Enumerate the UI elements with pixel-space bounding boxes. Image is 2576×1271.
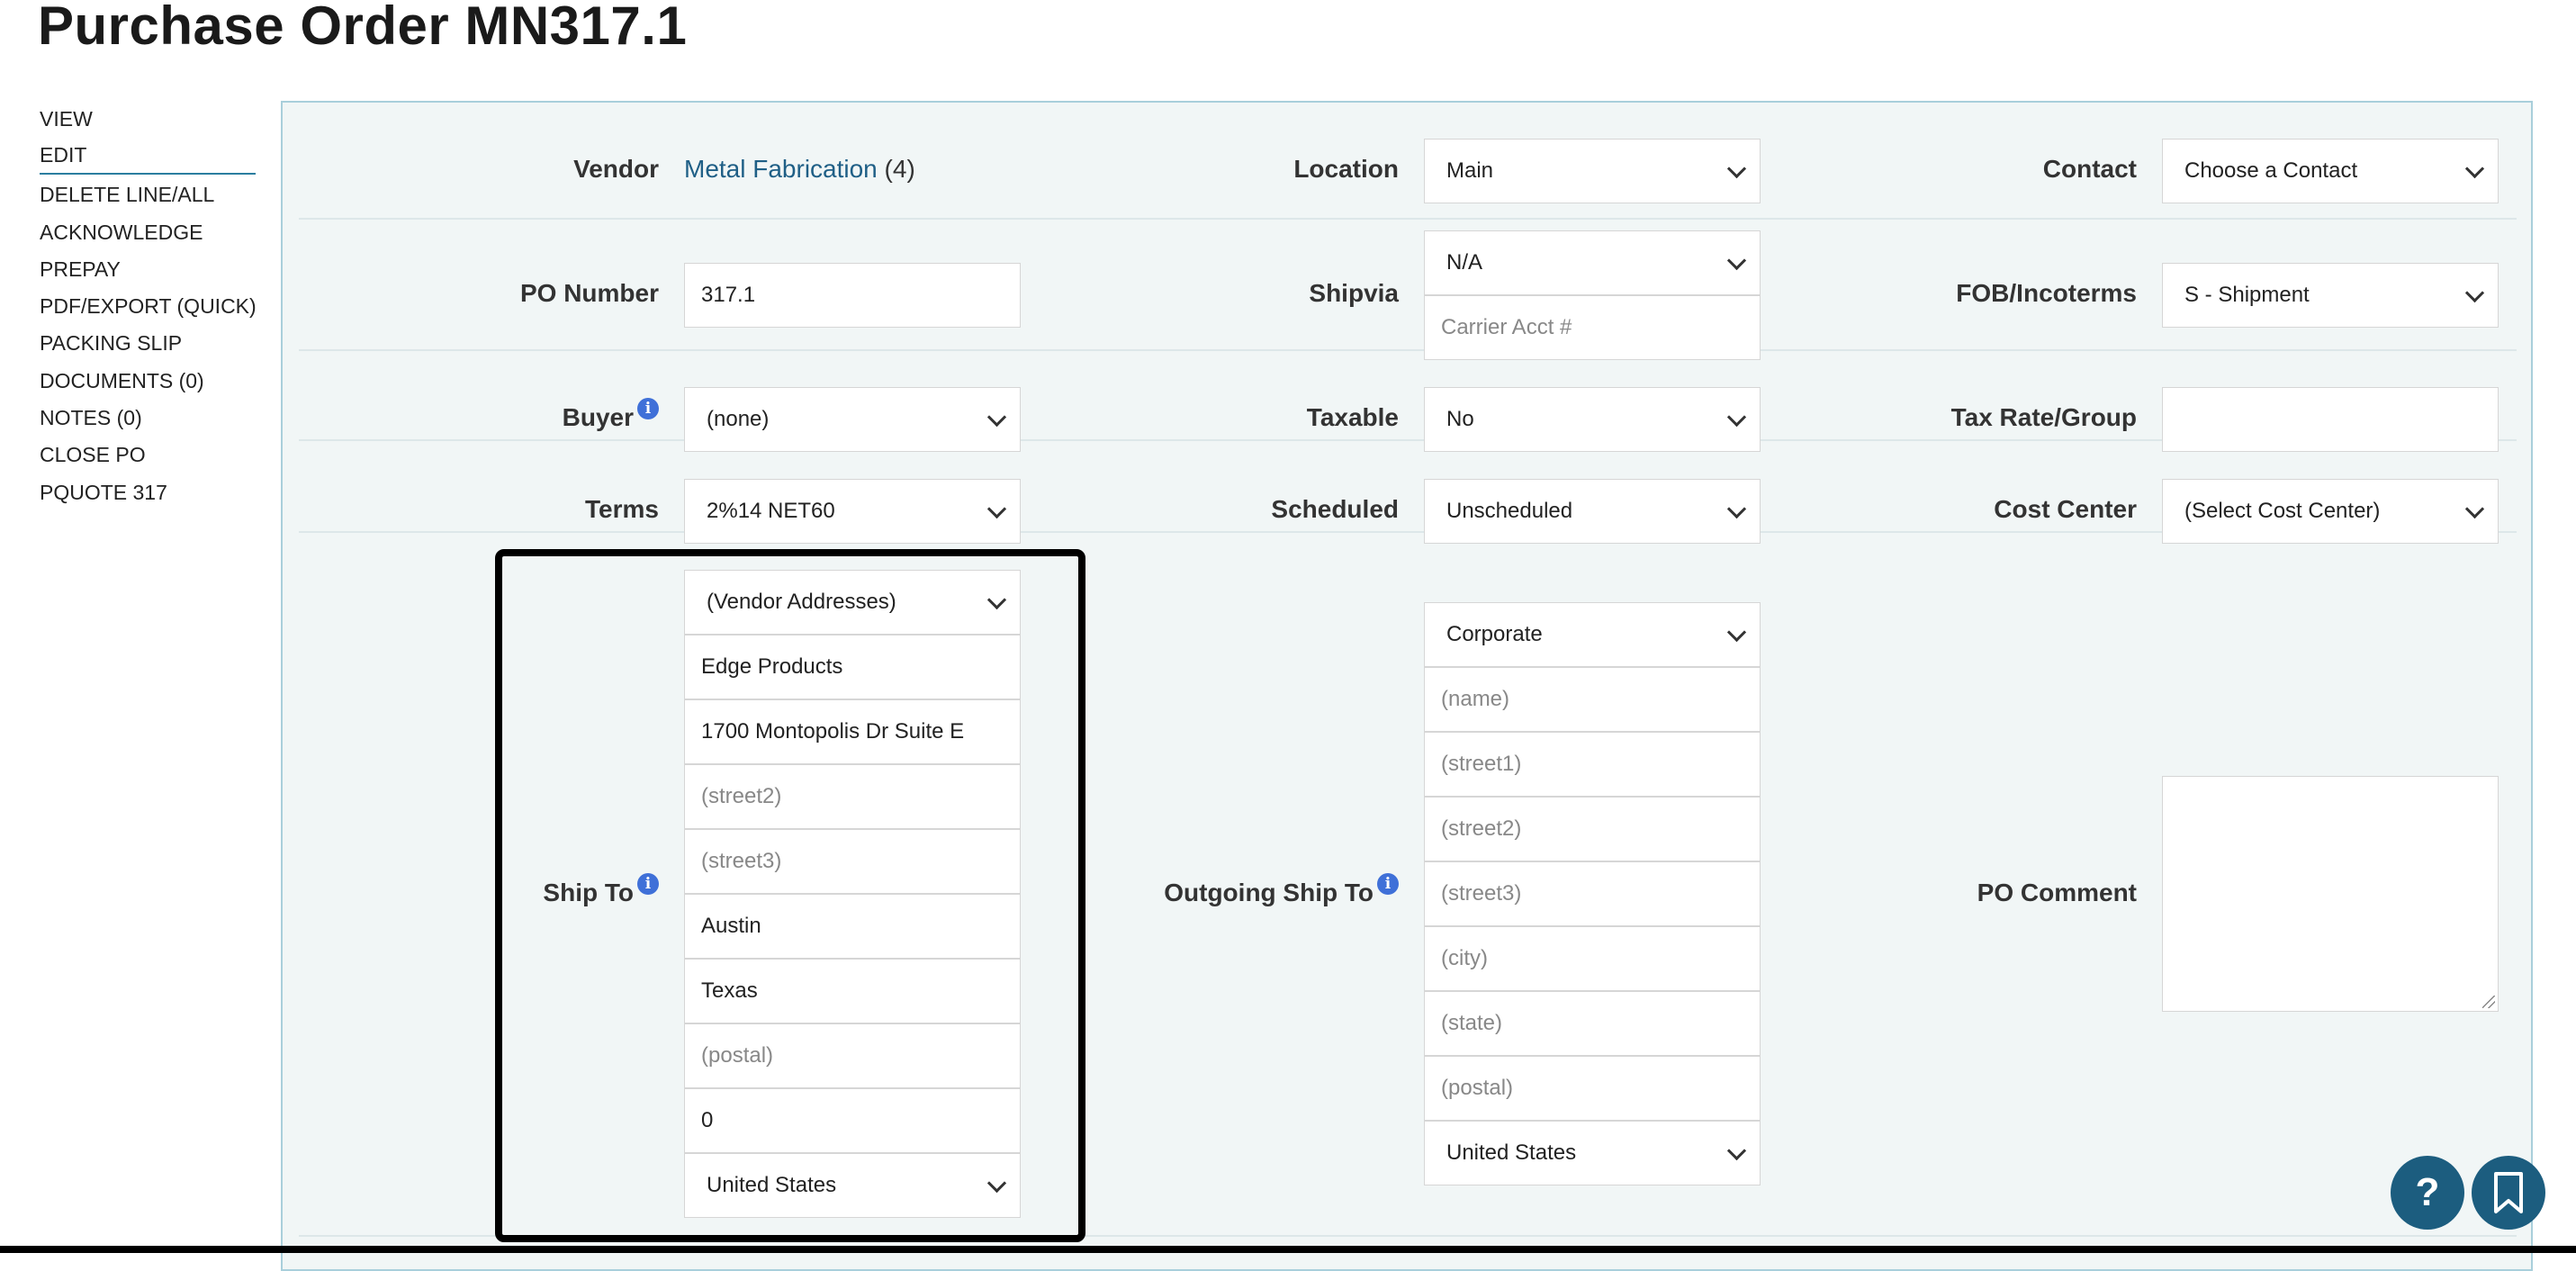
carrier-account-input[interactable]: Carrier Acct # bbox=[1424, 295, 1761, 360]
menu-item-view[interactable]: VIEW bbox=[40, 101, 256, 138]
chevron-down-icon bbox=[986, 499, 1007, 519]
tax-rate-group-label: Tax Rate/Group bbox=[1950, 403, 2137, 431]
ship-to-state-input[interactable]: Texas bbox=[684, 959, 1021, 1023]
scheduled-select[interactable]: Unscheduled bbox=[1424, 479, 1761, 544]
chevron-down-icon bbox=[1726, 499, 1747, 519]
chevron-down-icon bbox=[986, 407, 1007, 428]
bookmark-button[interactable] bbox=[2472, 1156, 2545, 1230]
terms-label: Terms bbox=[585, 495, 659, 523]
chevron-down-icon bbox=[1726, 407, 1747, 428]
ship-to-country-select[interactable]: United States bbox=[684, 1153, 1021, 1218]
buyer-label: Buyer i bbox=[563, 398, 659, 432]
shipvia-select[interactable]: N/A bbox=[1424, 230, 1761, 295]
contact-label: Contact bbox=[2042, 155, 2137, 183]
info-icon[interactable]: i bbox=[637, 398, 659, 419]
outgoing-country-select[interactable]: United States bbox=[1424, 1121, 1761, 1185]
ship-to-street3-input[interactable]: (street3) bbox=[684, 829, 1021, 894]
outgoing-name-input[interactable]: (name) bbox=[1424, 667, 1761, 732]
outgoing-city-input[interactable]: (city) bbox=[1424, 926, 1761, 991]
chevron-down-icon bbox=[2464, 499, 2485, 519]
outgoing-street2-input[interactable]: (street2) bbox=[1424, 797, 1761, 861]
app: Purchase Order MN317.1 VIEW EDIT DELETE … bbox=[0, 0, 2576, 1271]
ship-to-name-input[interactable]: Edge Products bbox=[684, 635, 1021, 699]
tax-rate-group-input[interactable] bbox=[2162, 387, 2499, 452]
po-comment-label: PO Comment bbox=[1977, 879, 2137, 906]
contact-select[interactable]: Choose a Contact bbox=[2162, 139, 2499, 203]
ship-to-street1-input[interactable]: 1700 Montopolis Dr Suite E bbox=[684, 699, 1021, 764]
menu-item-delete-line-all[interactable]: DELETE LINE/ALL bbox=[40, 176, 256, 213]
buyer-select[interactable]: (none) bbox=[684, 387, 1021, 452]
bottom-edge-bar bbox=[0, 1246, 2576, 1253]
menu-item-close-po[interactable]: CLOSE PO bbox=[40, 437, 256, 473]
outgoing-state-input[interactable]: (state) bbox=[1424, 991, 1761, 1056]
cost-center-label: Cost Center bbox=[1994, 495, 2137, 523]
info-icon[interactable]: i bbox=[637, 873, 659, 895]
menu-item-pdf-export[interactable]: PDF/EXPORT (QUICK) bbox=[40, 288, 257, 325]
ship-to-street2-input[interactable]: (street2) bbox=[684, 764, 1021, 829]
terms-select[interactable]: 2%14 NET60 bbox=[684, 479, 1021, 544]
location-select[interactable]: Main bbox=[1424, 139, 1761, 203]
ship-to-address-select[interactable]: (Vendor Addresses) bbox=[684, 570, 1021, 635]
chevron-down-icon bbox=[1726, 158, 1747, 179]
scheduled-label: Scheduled bbox=[1271, 495, 1399, 523]
chevron-down-icon bbox=[986, 1173, 1007, 1194]
chevron-down-icon bbox=[2464, 283, 2485, 303]
menu-item-edit[interactable]: EDIT bbox=[40, 138, 256, 176]
chevron-down-icon bbox=[1726, 1140, 1747, 1161]
fob-incoterms-select[interactable]: S - Shipment bbox=[2162, 263, 2499, 328]
ship-to-extra-input[interactable]: 0 bbox=[684, 1088, 1021, 1153]
ship-to-label: Ship To i bbox=[543, 873, 659, 907]
taxable-label: Taxable bbox=[1306, 403, 1399, 431]
ship-to-city-input[interactable]: Austin bbox=[684, 894, 1021, 959]
chevron-down-icon bbox=[1726, 622, 1747, 643]
page-title: Purchase Order MN317.1 bbox=[38, 0, 688, 56]
outgoing-ship-to-label: Outgoing Ship To i bbox=[1164, 873, 1399, 907]
help-button[interactable]: ? bbox=[2391, 1156, 2464, 1230]
menu-item-notes[interactable]: NOTES (0) bbox=[40, 400, 256, 437]
chevron-down-icon bbox=[1726, 250, 1747, 271]
vendor-label: Vendor bbox=[573, 155, 659, 183]
menu-item-prepay[interactable]: PREPAY bbox=[40, 251, 256, 288]
side-menu: VIEW EDIT DELETE LINE/ALL ACKNOWLEDGE PR… bbox=[40, 101, 257, 511]
outgoing-street1-input[interactable]: (street1) bbox=[1424, 732, 1761, 797]
cost-center-select[interactable]: (Select Cost Center) bbox=[2162, 479, 2499, 544]
taxable-select[interactable]: No bbox=[1424, 387, 1761, 452]
menu-item-acknowledge[interactable]: ACKNOWLEDGE bbox=[40, 214, 256, 251]
fob-incoterms-label: FOB/Incoterms bbox=[1956, 279, 2137, 307]
location-label: Location bbox=[1293, 155, 1399, 183]
info-icon[interactable]: i bbox=[1377, 873, 1399, 895]
menu-item-documents[interactable]: DOCUMENTS (0) bbox=[40, 363, 256, 400]
chevron-down-icon bbox=[2464, 158, 2485, 179]
bookmark-icon bbox=[2494, 1172, 2523, 1213]
menu-item-pquote[interactable]: PQUOTE 317 bbox=[40, 474, 256, 511]
po-comment-textarea[interactable] bbox=[2162, 776, 2499, 1012]
chevron-down-icon bbox=[986, 590, 1007, 610]
shipvia-label: Shipvia bbox=[1309, 279, 1399, 307]
menu-item-packing-slip[interactable]: PACKING SLIP bbox=[40, 325, 256, 362]
question-icon: ? bbox=[2415, 1170, 2440, 1214]
outgoing-postal-input[interactable]: (postal) bbox=[1424, 1056, 1761, 1121]
vendor-value: Metal Fabrication (4) bbox=[684, 155, 915, 184]
po-number-input[interactable]: 317.1 bbox=[684, 263, 1021, 328]
outgoing-address-select[interactable]: Corporate bbox=[1424, 602, 1761, 667]
resize-grip-icon[interactable] bbox=[2482, 996, 2495, 1008]
outgoing-street3-input[interactable]: (street3) bbox=[1424, 861, 1761, 926]
ship-to-postal-input[interactable]: (postal) bbox=[684, 1023, 1021, 1088]
vendor-count: (4) bbox=[884, 155, 915, 183]
po-number-label: PO Number bbox=[519, 279, 659, 307]
vendor-link[interactable]: Metal Fabrication bbox=[684, 155, 878, 183]
